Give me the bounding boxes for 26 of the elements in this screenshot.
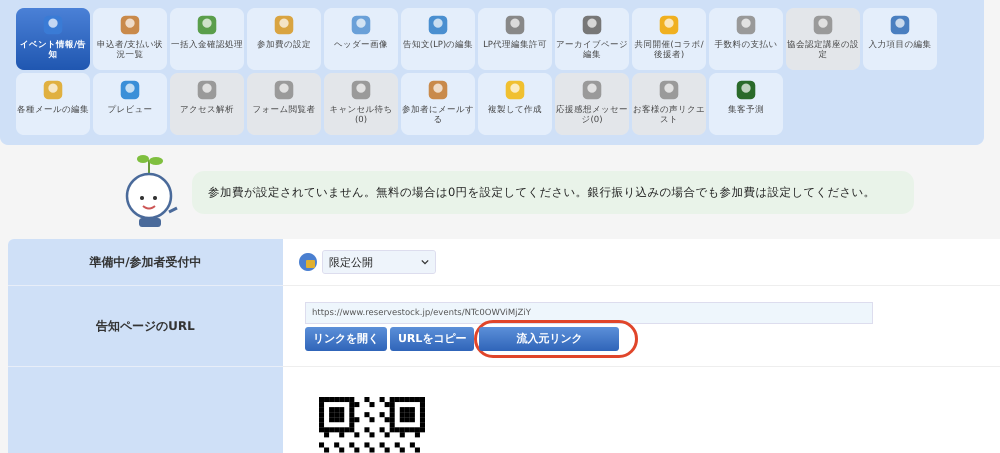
- lock-globe-icon: [298, 252, 318, 272]
- toolbar-tile[interactable]: ヘッダー画像: [324, 8, 398, 70]
- row-label: 告知ページのURL: [8, 286, 283, 367]
- url-field[interactable]: https://www.reservestock.jp/events/NTc0OWViMjZiY: [305, 302, 873, 324]
- toolbar-tile[interactable]: 申込者/支払い状況一覧: [93, 8, 167, 70]
- toolbar-tile[interactable]: 共同開催(コラボ/後援者): [632, 8, 706, 70]
- toolbar-tile[interactable]: 参加費の設定: [247, 8, 321, 70]
- toolbar-tile[interactable]: 入力項目の編集: [863, 8, 937, 70]
- toolbar-tile[interactable]: 集客予測: [709, 73, 783, 135]
- toolbar-tile[interactable]: 一括入金確認処理: [170, 8, 244, 70]
- caret-icon: [421, 259, 429, 265]
- toolbar-tile[interactable]: 参加者にメールする: [401, 73, 475, 135]
- action-button[interactable]: リンクを開く: [305, 326, 387, 350]
- toolbar-tile[interactable]: LP代理編集許可: [478, 8, 552, 70]
- action-button[interactable]: 流入元リンク: [479, 326, 620, 350]
- notice-message: 参加費が設定されていません。無料の場合は0円を設定してください。銀行振り込みの場合でも参加費は設定してください。: [192, 170, 914, 214]
- visibility-select[interactable]: 限定公開: [322, 250, 436, 274]
- toolbar-tile[interactable]: 各種メールの編集: [16, 73, 90, 135]
- toolbar-tile[interactable]: イベント情報/告知: [16, 8, 90, 70]
- row-label: 準備中/参加者受付中: [8, 239, 283, 286]
- toolbar-tile[interactable]: プレビュー: [93, 73, 167, 135]
- toolbar-tile[interactable]: アーカイブページ編集: [555, 8, 629, 70]
- toolbar-tile[interactable]: 告知文(LP)の編集: [401, 8, 475, 70]
- toolbar-tile[interactable]: 手数料の支払い: [709, 8, 783, 70]
- toolbar-tile[interactable]: 複製して作成: [478, 73, 552, 135]
- action-button[interactable]: URLをコピー: [390, 326, 474, 350]
